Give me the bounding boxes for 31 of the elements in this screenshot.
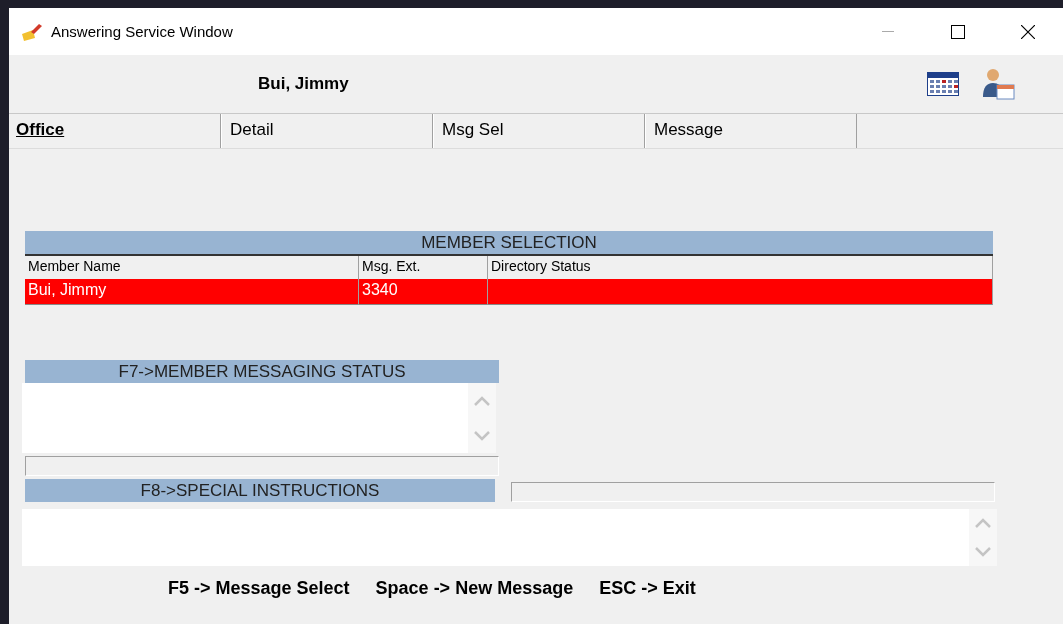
tab[interactable]: Message — [645, 114, 857, 148]
table-cell[interactable]: 3340 — [359, 279, 488, 305]
member-name: Bui, Jimmy — [258, 74, 350, 94]
text-area[interactable] — [22, 509, 997, 566]
person-calendar-icon[interactable] — [981, 67, 1015, 101]
shortcut-hint: Space -> New Message — [375, 578, 574, 599]
tab[interactable]: Detail — [221, 114, 433, 148]
scrollbar[interactable] — [468, 383, 496, 453]
scroll-up-icon[interactable] — [974, 517, 992, 530]
scroll-up-icon[interactable] — [473, 394, 491, 407]
text-area[interactable] — [22, 383, 496, 453]
scroll-down-icon[interactable] — [974, 545, 992, 558]
scrollbar[interactable] — [969, 509, 997, 566]
shortcut-hint: ESC -> Exit — [599, 578, 696, 599]
table-cell[interactable] — [488, 279, 993, 305]
table-cell[interactable]: Bui, Jimmy — [25, 279, 359, 305]
tab[interactable]: Msg Sel — [433, 114, 645, 148]
calendar-icon[interactable] — [927, 72, 959, 96]
minimize-icon — [882, 30, 894, 33]
shortcut-hint: F5 -> Message Select — [168, 578, 350, 599]
section-header: F7->MEMBER MESSAGING STATUS — [25, 360, 499, 383]
tab[interactable]: Office — [9, 114, 221, 148]
close-icon — [1021, 24, 1035, 39]
section-header: F8->SPECIAL INSTRUCTIONS — [25, 479, 495, 502]
scroll-down-icon[interactable] — [473, 429, 491, 442]
input-field[interactable] — [511, 482, 995, 502]
maximize-icon — [951, 24, 965, 39]
pen-icon — [21, 21, 43, 42]
window-title: Answering Service Window — [51, 23, 234, 40]
section-header: MEMBER SELECTION — [25, 231, 993, 254]
input-field[interactable] — [25, 456, 499, 476]
